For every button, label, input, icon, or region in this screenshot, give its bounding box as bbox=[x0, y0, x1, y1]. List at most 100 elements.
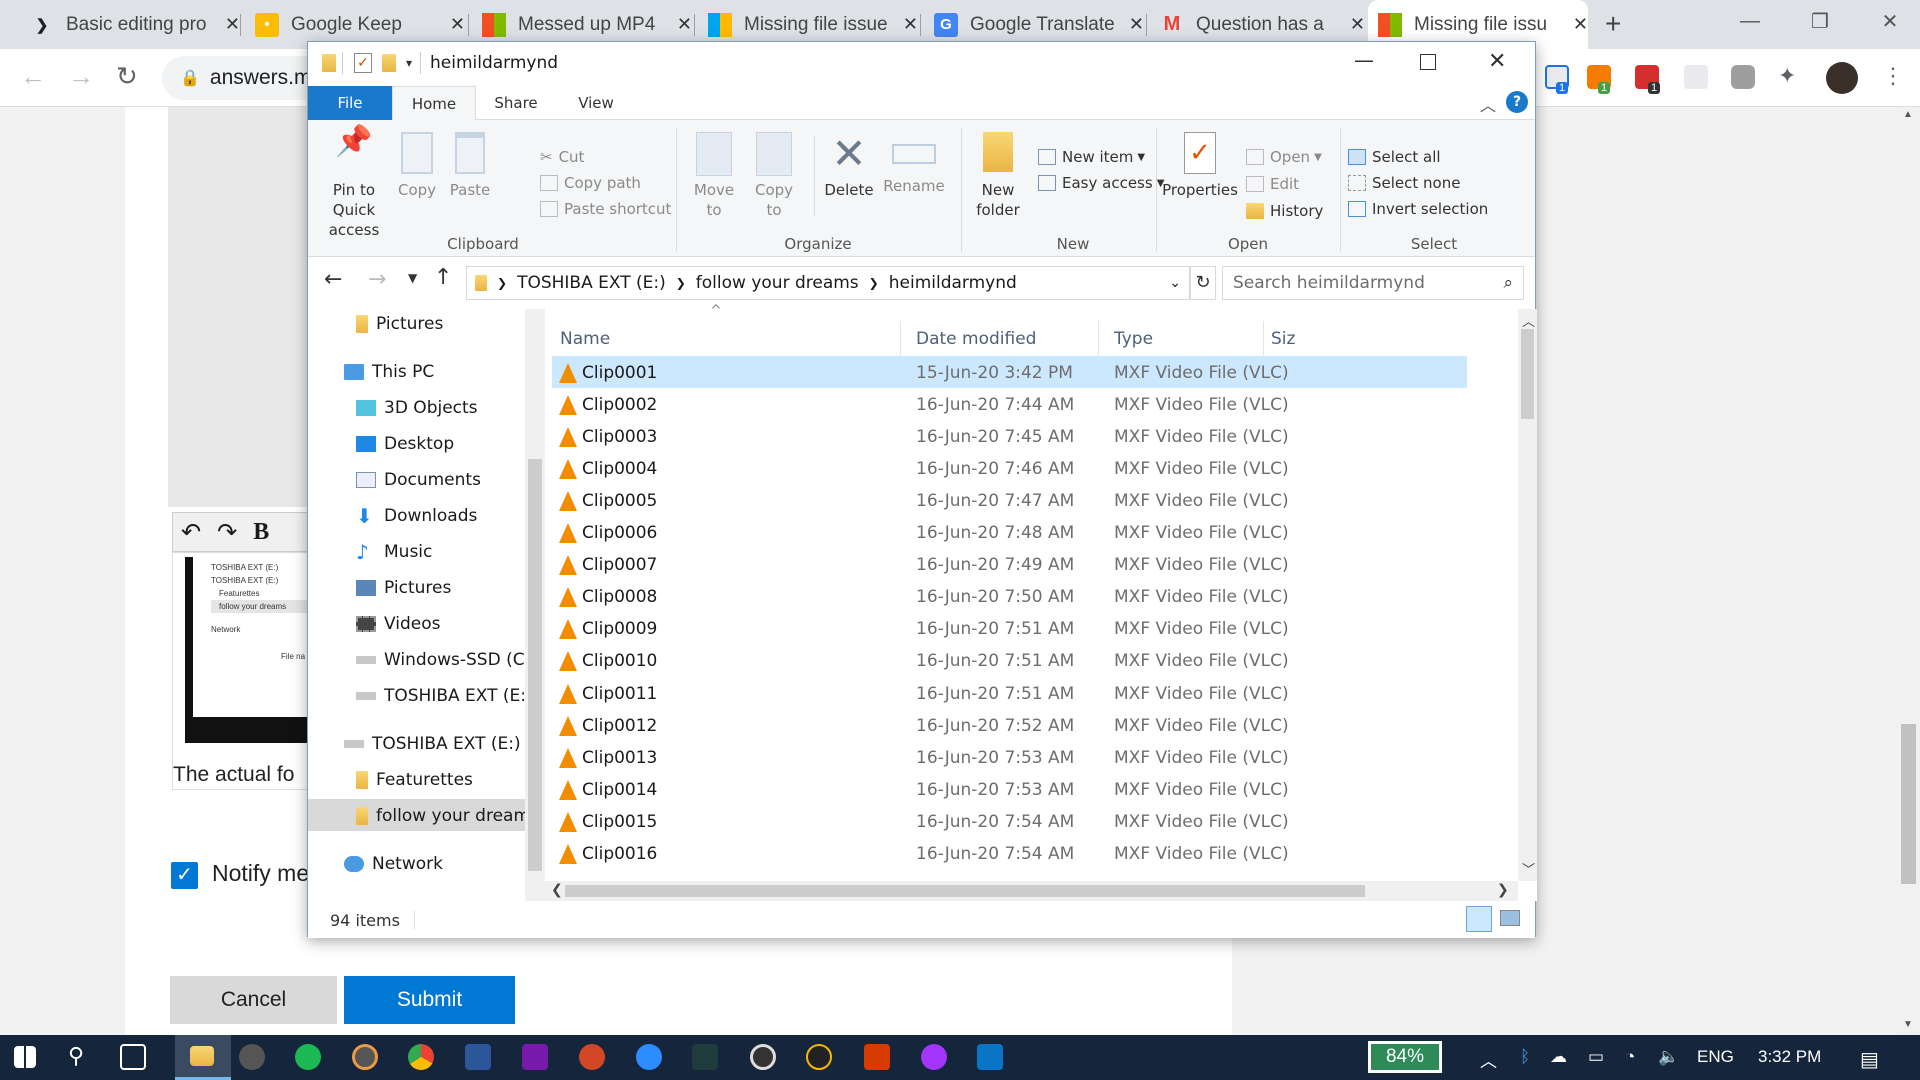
close-icon[interactable]: ✕ bbox=[1488, 49, 1506, 74]
word-icon[interactable] bbox=[465, 1044, 491, 1070]
move-to-button[interactable]: Move to bbox=[688, 132, 740, 220]
redo-icon[interactable]: ↷ bbox=[217, 518, 237, 547]
breadcrumb-item[interactable]: follow your dreams bbox=[696, 273, 859, 293]
submit-button[interactable]: Submit bbox=[344, 976, 515, 1024]
page-scrollbar[interactable]: ▲ ▼ bbox=[1897, 107, 1920, 1035]
breadcrumb-item[interactable]: heimildarmynd bbox=[889, 273, 1017, 293]
scrollbar-thumb[interactable] bbox=[1521, 329, 1534, 419]
browser-tab[interactable]: ❯ Basic editing pro ✕ bbox=[20, 0, 240, 49]
history-button[interactable]: History bbox=[1246, 202, 1323, 220]
scroll-right-icon[interactable]: ❯ bbox=[1497, 882, 1509, 898]
file-row[interactable]: Clip0005 16-Jun-20 7:47 AM MXF Video File … bbox=[552, 484, 1467, 516]
restore-icon[interactable]: ❐ bbox=[1790, 0, 1850, 42]
customize-quick-access-icon[interactable]: ▾ bbox=[406, 56, 412, 70]
scroll-up-icon[interactable]: ▲ bbox=[1903, 109, 1913, 120]
app-icon[interactable] bbox=[352, 1044, 378, 1070]
bluetooth-icon[interactable]: ᛒ bbox=[1520, 1047, 1530, 1067]
nav-scrollbar-track[interactable] bbox=[525, 309, 545, 901]
battery-indicator[interactable]: 84% bbox=[1368, 1041, 1442, 1073]
column-name[interactable]: Name bbox=[560, 329, 610, 349]
new-folder-button[interactable]: New folder bbox=[968, 132, 1028, 220]
nav-item[interactable]: ♪ Music bbox=[356, 537, 432, 567]
scroll-left-icon[interactable]: ❮ bbox=[551, 882, 563, 898]
file-row[interactable]: Clip0012 16-Jun-20 7:52 AM MXF Video File … bbox=[552, 709, 1467, 741]
extension-icon[interactable] bbox=[1684, 65, 1708, 89]
scroll-down-icon[interactable]: ▼ bbox=[1903, 1019, 1913, 1030]
forward-icon[interactable]: → bbox=[368, 267, 386, 292]
new-tab-icon[interactable]: + bbox=[1605, 8, 1621, 40]
image-attachment[interactable]: TOSHIBA EXT (E:) TOSHIBA EXT (E:) Featur… bbox=[172, 552, 309, 790]
file-row[interactable]: Clip0010 16-Jun-20 7:51 AM MXF Video File … bbox=[552, 644, 1467, 676]
nav-item[interactable]: Documents bbox=[356, 465, 481, 495]
app-icon[interactable] bbox=[239, 1044, 265, 1070]
bold-icon[interactable]: B bbox=[253, 519, 269, 546]
file-row[interactable]: Clip0016 16-Jun-20 7:54 AM MXF Video File … bbox=[552, 837, 1467, 869]
search-icon[interactable]: ⚲ bbox=[68, 1043, 84, 1069]
spotify-icon[interactable] bbox=[295, 1044, 321, 1070]
onenote-icon[interactable] bbox=[522, 1044, 548, 1070]
copy-path-button[interactable]: Copy path bbox=[540, 174, 641, 192]
invert-selection-button[interactable]: Invert selection bbox=[1348, 200, 1488, 218]
puzzle-icon[interactable]: ✦ bbox=[1778, 63, 1796, 89]
easy-access-button[interactable]: Easy access ▼ bbox=[1038, 174, 1164, 192]
copy-button[interactable]: Copy bbox=[394, 132, 440, 200]
chevron-up-icon[interactable]: ︿ bbox=[1480, 1047, 1497, 1072]
address-bar[interactable]: 🔒 answers.m bbox=[162, 56, 322, 100]
photos-icon[interactable] bbox=[977, 1044, 1003, 1070]
reload-icon[interactable]: ↻ bbox=[116, 61, 138, 92]
nav-item[interactable]: This PC bbox=[344, 357, 434, 387]
language-indicator[interactable]: ENG bbox=[1697, 1047, 1734, 1067]
nav-item[interactable]: Pictures bbox=[356, 309, 443, 339]
help-icon[interactable]: ? bbox=[1506, 91, 1528, 113]
tab-share[interactable]: Share bbox=[476, 86, 556, 120]
open-button[interactable]: Open ▼ bbox=[1246, 148, 1322, 166]
file-row[interactable]: Clip0011 16-Jun-20 7:51 AM MXF Video File … bbox=[552, 677, 1467, 709]
nav-scrollbar-thumb[interactable] bbox=[528, 459, 542, 871]
file-row[interactable]: Clip0002 16-Jun-20 7:44 AM MXF Video File … bbox=[552, 388, 1467, 420]
close-icon[interactable]: ✕ bbox=[225, 14, 240, 35]
new-folder-quick-icon[interactable] bbox=[382, 54, 396, 72]
file-row[interactable]: Clip0004 16-Jun-20 7:46 AM MXF Video File … bbox=[552, 452, 1467, 484]
nav-item[interactable]: ⬇ Downloads bbox=[356, 501, 477, 531]
paste-button[interactable]: Paste bbox=[444, 132, 496, 200]
collapse-ribbon-icon[interactable]: ︿ bbox=[1480, 92, 1496, 116]
recent-locations-icon[interactable]: ▼ bbox=[408, 271, 417, 285]
close-icon[interactable]: ✕ bbox=[1573, 14, 1588, 35]
file-row[interactable]: Clip0008 16-Jun-20 7:50 AM MXF Video File … bbox=[552, 580, 1467, 612]
scrollbar-thumb[interactable] bbox=[565, 885, 1365, 897]
file-row[interactable]: Clip0006 16-Jun-20 7:48 AM MXF Video File … bbox=[552, 516, 1467, 548]
nav-item[interactable]: TOSHIBA EXT (E:) bbox=[356, 681, 533, 711]
nav-item[interactable]: Featurettes bbox=[356, 765, 473, 795]
pin-to-quick-access-button[interactable]: 📌 Pin to Quick access bbox=[314, 127, 394, 240]
delete-button[interactable]: ✕ Delete bbox=[820, 132, 878, 200]
minimize-icon[interactable]: — bbox=[1720, 0, 1780, 42]
battery-icon[interactable]: ▭ bbox=[1588, 1047, 1604, 1067]
column-type[interactable]: Type bbox=[1114, 329, 1153, 349]
nav-item[interactable]: TOSHIBA EXT (E:) bbox=[344, 729, 521, 759]
large-icons-view-icon[interactable] bbox=[1500, 910, 1520, 926]
copy-to-button[interactable]: Copy to bbox=[748, 132, 800, 220]
file-row[interactable]: Clip0003 16-Jun-20 7:45 AM MXF Video File … bbox=[552, 420, 1467, 452]
close-icon[interactable]: ✕ bbox=[677, 14, 692, 35]
menu-icon[interactable]: ⋮ bbox=[1882, 63, 1904, 89]
horizontal-scrollbar[interactable]: ❮ ❯ bbox=[545, 881, 1518, 901]
nav-item[interactable]: Desktop bbox=[356, 429, 454, 459]
notify-checkbox[interactable]: ✓ bbox=[171, 862, 198, 889]
file-row[interactable]: Clip0001 15-Jun-20 3:42 PM MXF Video File … bbox=[552, 356, 1467, 388]
undo-icon[interactable]: ↶ bbox=[181, 518, 201, 547]
file-row[interactable]: Clip0009 16-Jun-20 7:51 AM MXF Video File … bbox=[552, 612, 1467, 644]
file-row[interactable]: Clip0015 16-Jun-20 7:54 AM MXF Video File … bbox=[552, 805, 1467, 837]
cut-button[interactable]: ✂ Cut bbox=[540, 148, 584, 166]
properties-quick-icon[interactable]: ✓ bbox=[354, 53, 372, 73]
search-box[interactable]: Search heimildarmynd ⌕ bbox=[1222, 266, 1524, 300]
close-window-icon[interactable]: ✕ bbox=[1860, 0, 1920, 42]
rename-button[interactable]: Rename bbox=[882, 132, 946, 196]
nav-item[interactable]: 3D Objects bbox=[356, 393, 478, 423]
app-icon[interactable] bbox=[806, 1044, 832, 1070]
nav-item[interactable]: Network bbox=[344, 849, 443, 879]
tab-home[interactable]: Home bbox=[392, 86, 476, 121]
powerpoint-icon[interactable] bbox=[579, 1044, 605, 1070]
close-icon[interactable]: ✕ bbox=[450, 14, 465, 35]
volume-icon[interactable]: 🔈 bbox=[1658, 1047, 1679, 1067]
properties-button[interactable]: ✓ Properties bbox=[1162, 132, 1238, 200]
